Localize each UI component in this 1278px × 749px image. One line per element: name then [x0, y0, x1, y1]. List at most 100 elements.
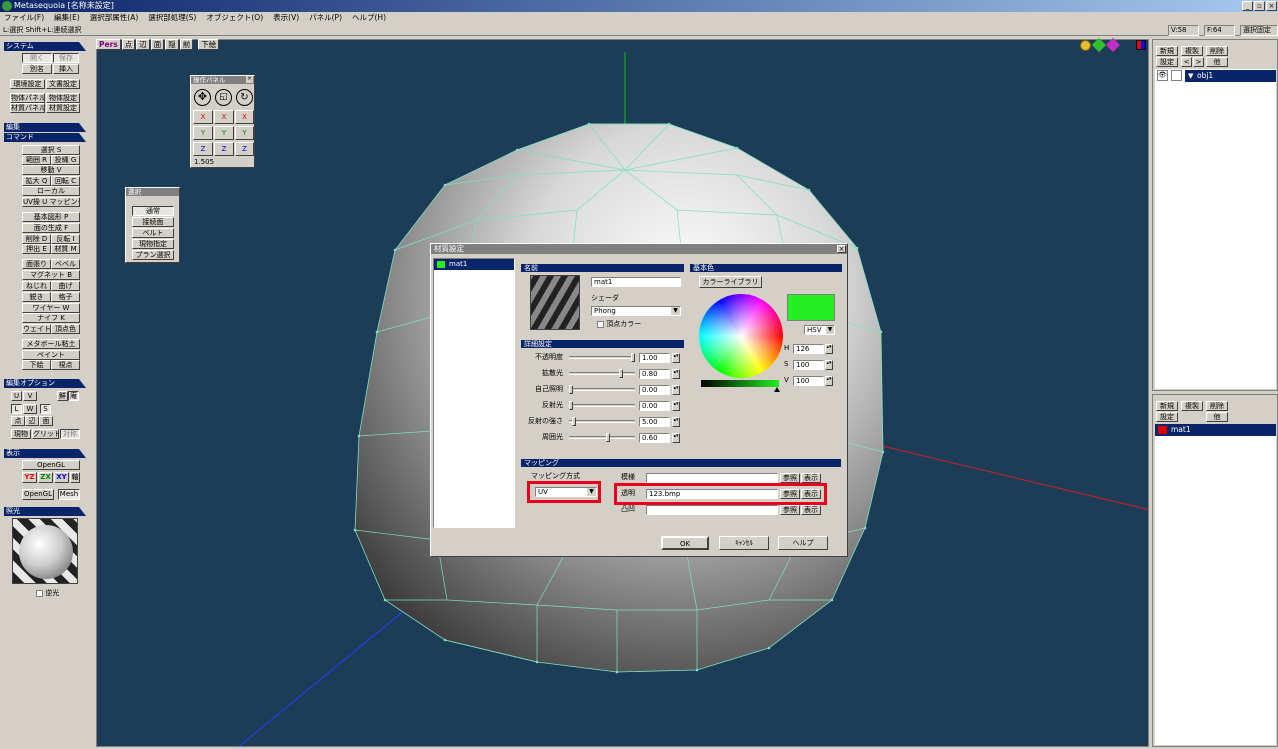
axis-y-button-3[interactable]: Y	[235, 126, 254, 140]
material-settings-button[interactable]: 材質設定	[46, 103, 80, 113]
magnet-button[interactable]: マグネット B	[22, 270, 80, 280]
rotate-tool-button[interactable]: 回転 C	[51, 176, 80, 186]
object-panel-button[interactable]: 物体パネル	[10, 93, 45, 103]
axis-z-button-3[interactable]: Z	[235, 142, 254, 156]
mesh-render-button[interactable]: Mesh	[58, 489, 80, 500]
bump-texture-input[interactable]	[646, 505, 778, 515]
zoom-icon[interactable]	[1080, 40, 1091, 51]
material-tool-button[interactable]: 材質 M	[51, 244, 80, 254]
view-tab-face[interactable]: 面	[150, 39, 165, 50]
object-other-button[interactable]: 他	[1206, 57, 1228, 67]
detail-value-spinner[interactable]: ▴▾	[672, 417, 680, 427]
view-tab-vertex[interactable]: 点	[121, 39, 136, 50]
yz-view-button[interactable]: YZ	[22, 472, 37, 483]
detail-value-spinner[interactable]: ▴▾	[672, 369, 680, 379]
object-delete-button[interactable]: 削除	[1206, 46, 1228, 56]
object-list-item[interactable]: ▼ obj1	[1185, 70, 1276, 82]
select-plan-button[interactable]: プラン選択	[132, 250, 174, 260]
material-settings-button-right[interactable]: 設定	[1156, 412, 1178, 422]
bump-show-button[interactable]: 表示	[801, 505, 821, 515]
u-button[interactable]: U	[11, 391, 22, 401]
grid-snap-button[interactable]: グリッド	[32, 429, 59, 439]
ok-button[interactable]: OK	[661, 536, 709, 550]
detail-value-input[interactable]: 5.00	[639, 417, 670, 427]
edge-mode-button[interactable]: 辺	[25, 416, 39, 426]
bump-browse-button[interactable]: 参照	[780, 505, 800, 515]
detail-value-input[interactable]: 0.00	[639, 401, 670, 411]
lasso-tool-button[interactable]: 投縄 G	[51, 155, 80, 165]
select-tool-button[interactable]: 選択 S	[22, 145, 80, 155]
lock-l-button[interactable]: L	[11, 404, 22, 414]
current-object-button[interactable]: 現物	[11, 429, 31, 439]
weight-button[interactable]: ウェイト	[22, 324, 51, 334]
visibility-eye-icon[interactable]: 👁	[1157, 70, 1168, 81]
axis-button[interactable]: 軸	[70, 472, 80, 483]
material-list[interactable]: mat1	[433, 258, 515, 528]
menu-attr[interactable]: 選択部属性(A)	[90, 12, 138, 24]
menu-file[interactable]: ファイル(F)	[4, 12, 44, 24]
minimize-button[interactable]: _	[1242, 1, 1253, 11]
axis-x-button-1[interactable]: X	[193, 110, 213, 124]
flip-tool-button[interactable]: 反転 I	[51, 234, 80, 244]
move-tool-button[interactable]: 移動 V	[22, 165, 80, 175]
opengl-render-button[interactable]: OpenGL	[22, 489, 54, 500]
hue-input[interactable]: 126	[793, 344, 824, 354]
detail-value-spinner[interactable]: ▴▾	[672, 401, 680, 411]
help-button[interactable]: ヘルプ	[778, 536, 828, 550]
menu-panel[interactable]: パネル(P)	[309, 12, 342, 24]
axis-y-button-2[interactable]: Y	[214, 126, 234, 140]
material-copy-button[interactable]: 複製	[1181, 401, 1203, 411]
detail-slider-track[interactable]	[569, 436, 635, 439]
operation-panel-close-icon[interactable]: ×	[246, 76, 253, 83]
underlay-button[interactable]: 下絵	[22, 360, 51, 370]
save-button[interactable]: 保存	[53, 53, 79, 63]
value-input[interactable]: 100	[793, 376, 824, 386]
material-panel-button[interactable]: 材質パネル	[10, 103, 45, 113]
env-settings-button[interactable]: 環境設定	[10, 79, 45, 89]
close-button[interactable]: ×	[1266, 1, 1277, 11]
value-gradient-bar[interactable]	[701, 380, 779, 387]
detail-slider-thumb[interactable]	[618, 369, 623, 378]
bend-button[interactable]: 曲げ	[51, 281, 80, 291]
detail-slider-track[interactable]	[569, 420, 635, 423]
insert-button[interactable]: 挿入	[53, 64, 79, 74]
detail-value-input[interactable]: 1.00	[639, 353, 670, 363]
lattice-button[interactable]: 格子	[51, 292, 80, 302]
material-delete-button[interactable]: 削除	[1206, 401, 1228, 411]
dialog-close-button[interactable]: ×	[837, 245, 846, 253]
doc-settings-button[interactable]: 文書設定	[46, 79, 80, 89]
object-prev-button[interactable]: <	[1181, 57, 1192, 67]
axis-z-button-2[interactable]: Z	[214, 142, 234, 156]
object-next-button[interactable]: >	[1193, 57, 1204, 67]
rotate-handle-icon[interactable]: ↻	[236, 89, 253, 106]
twist-button[interactable]: ねじれ	[22, 281, 51, 291]
pattern-browse-button[interactable]: 参照	[780, 473, 800, 483]
axis-x-button-2[interactable]: X	[214, 110, 234, 124]
color-mode-dropdown-icon[interactable]: ▼	[826, 326, 834, 334]
value-spinner[interactable]: ▴▾	[825, 376, 833, 386]
scale-handle-icon[interactable]: ◱	[215, 89, 232, 106]
lock-s-button[interactable]: S	[40, 404, 51, 414]
range-tool-button[interactable]: 範囲 R	[22, 155, 51, 165]
material-new-button[interactable]: 新規	[1156, 401, 1178, 411]
material-list-item[interactable]: mat1	[434, 259, 514, 270]
object-settings-button-right[interactable]: 設定	[1156, 57, 1178, 67]
detail-slider-thumb[interactable]	[569, 401, 573, 410]
material-name-input[interactable]: mat1	[591, 277, 681, 287]
menu-object[interactable]: オブジェクト(O)	[206, 12, 263, 24]
zx-view-button[interactable]: ZX	[38, 472, 53, 483]
detail-value-input[interactable]: 0.00	[639, 385, 670, 395]
scale-tool-button[interactable]: 拡大 Q	[22, 176, 51, 186]
view-tab-pers[interactable]: Pers	[96, 39, 121, 50]
paint-button[interactable]: ペイント	[22, 350, 80, 360]
material-panel-item[interactable]: mat1	[1155, 424, 1276, 436]
basic-shape-button[interactable]: 基本図形 P	[22, 212, 80, 222]
detail-slider-thumb[interactable]	[631, 353, 635, 362]
object-settings-button[interactable]: 物体設定	[46, 93, 80, 103]
detail-slider-thumb[interactable]	[572, 417, 577, 426]
move-handle-icon[interactable]: ✥	[194, 89, 211, 106]
select-connected-button[interactable]: 接続面	[132, 217, 174, 227]
shader-dropdown-icon[interactable]: ▼	[671, 307, 680, 315]
pattern-texture-input[interactable]	[646, 473, 778, 483]
value-slider-marker-icon[interactable]	[774, 387, 780, 392]
